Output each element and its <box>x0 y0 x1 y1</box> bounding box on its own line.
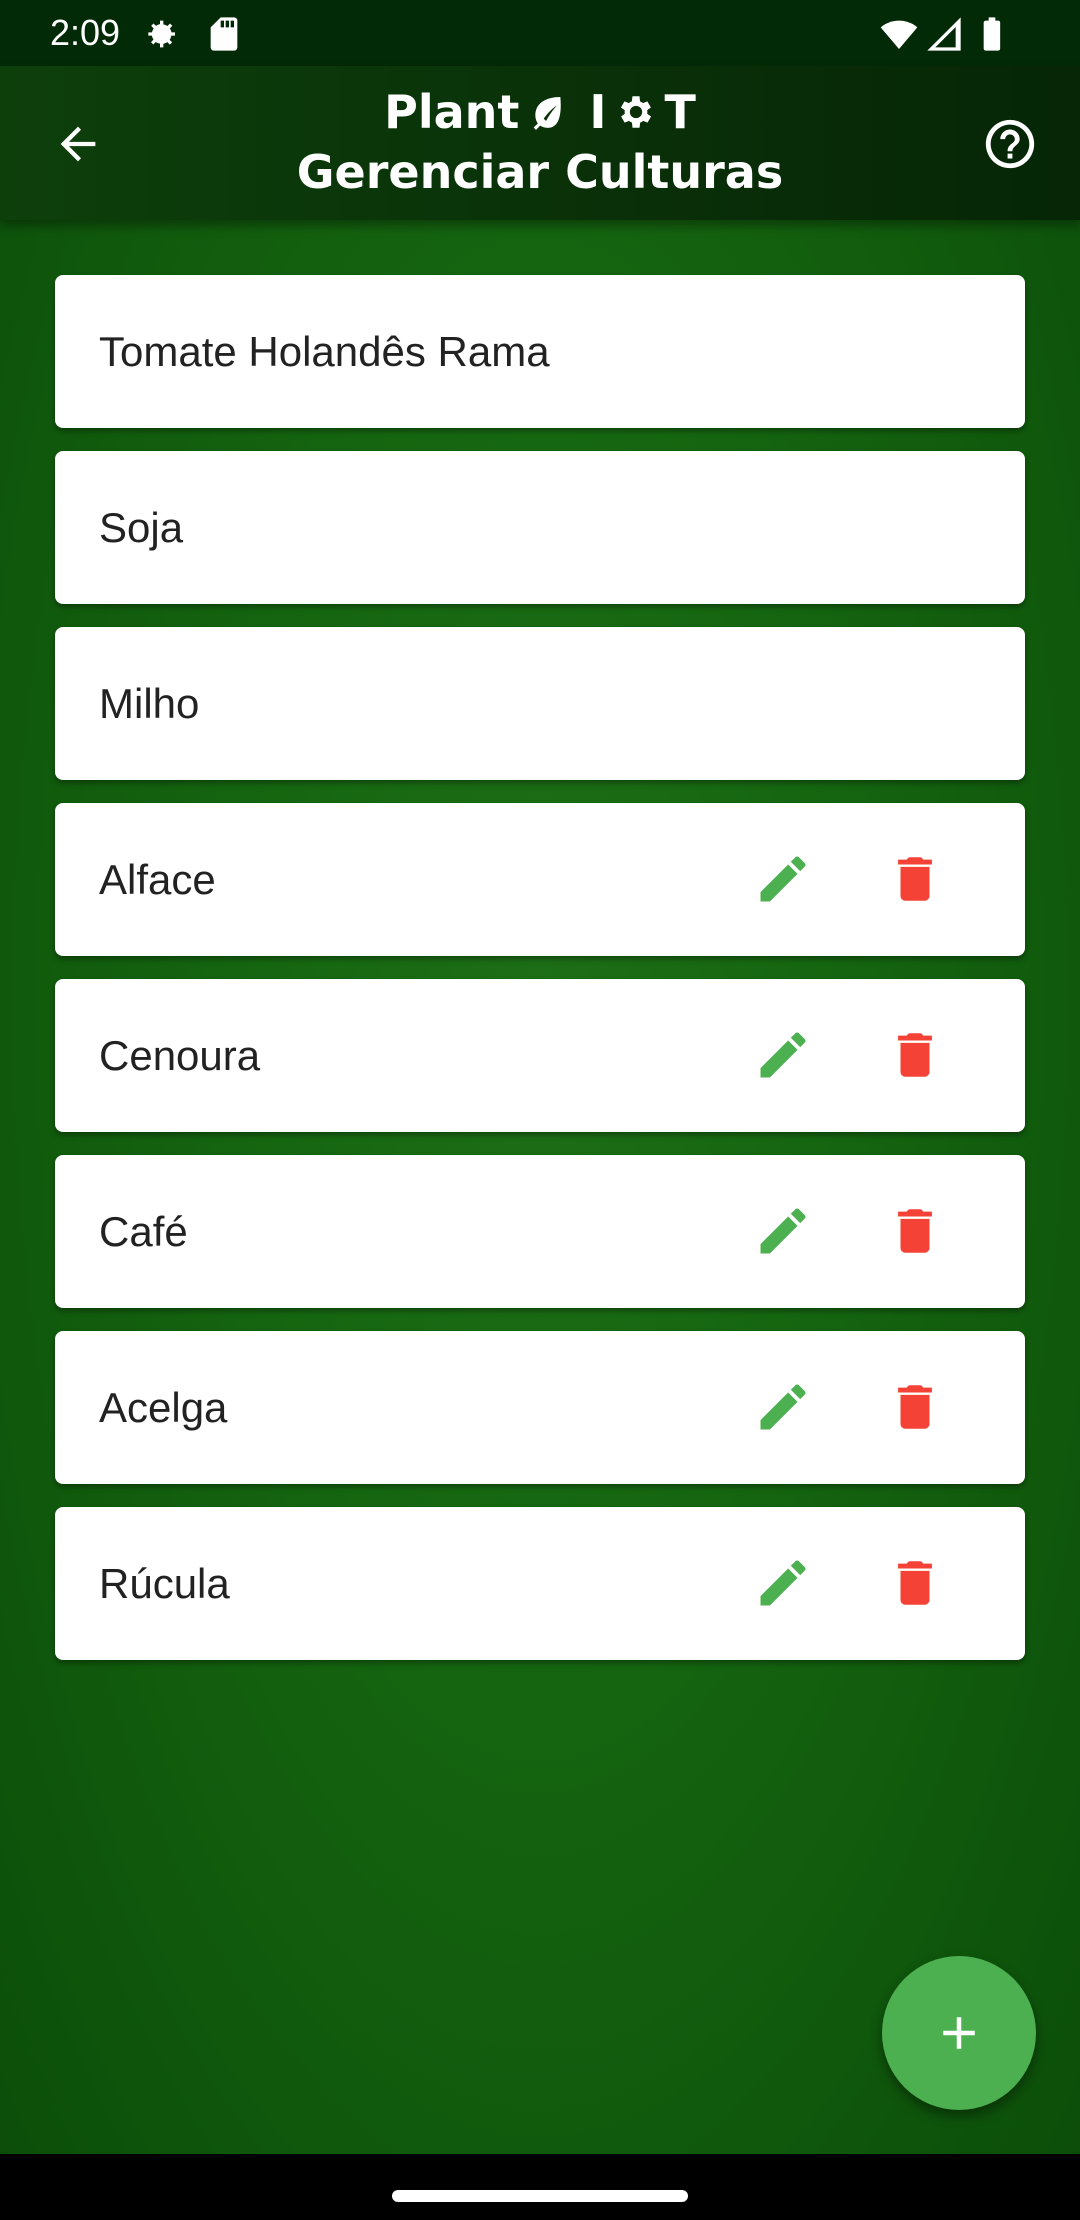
navigation-bar <box>0 2154 1080 2220</box>
crop-list-item[interactable]: Tomate Holandês Rama <box>55 275 1025 428</box>
edit-crop-button[interactable] <box>745 1545 821 1621</box>
edit-crop-button[interactable] <box>745 1017 821 1093</box>
plus-icon <box>943 2017 975 2049</box>
title-subtitle: Gerenciar Culturas <box>296 145 784 199</box>
crop-name: Café <box>99 1207 188 1255</box>
arrow-left-icon <box>60 126 96 162</box>
crop-list-item[interactable]: Milho <box>55 627 1025 780</box>
app-bar: Plant I T Gerenciar Culturas <box>0 66 1080 220</box>
back-button[interactable] <box>40 106 116 182</box>
delete-crop-button[interactable] <box>877 1017 953 1093</box>
edit-crop-button[interactable] <box>745 1193 821 1269</box>
page-title: Plant I T Gerenciar Culturas <box>200 82 880 202</box>
delete-crop-button[interactable] <box>877 1545 953 1621</box>
trash-icon <box>898 857 932 901</box>
title-i: I <box>589 85 607 139</box>
trash-icon <box>898 1561 932 1605</box>
wifi-icon <box>878 14 918 54</box>
gear-icon <box>620 96 651 128</box>
crop-list-item[interactable]: Acelga <box>55 1331 1025 1484</box>
sd-card-icon <box>204 14 244 54</box>
screen: 2:09 Plant I T Gerenciar Culturas Tomate… <box>0 0 1080 2220</box>
edit-crop-button[interactable] <box>745 1369 821 1445</box>
delete-crop-button[interactable] <box>877 1369 953 1445</box>
battery-icon <box>972 14 1012 54</box>
app-logo-title: Plant I T <box>200 82 880 142</box>
title-plant: Plant <box>384 85 520 139</box>
crop-name: Rúcula <box>99 1559 230 1607</box>
signal-icon <box>924 14 964 54</box>
status-time: 2:09 <box>50 12 121 53</box>
pencil-icon <box>760 1208 806 1254</box>
pencil-icon <box>760 1384 806 1430</box>
trash-icon <box>898 1033 932 1077</box>
crop-list-item[interactable]: Cenoura <box>55 979 1025 1132</box>
home-indicator[interactable] <box>392 2190 688 2202</box>
trash-icon <box>898 1385 932 1429</box>
crop-list-item[interactable]: Alface <box>55 803 1025 956</box>
settings-gear-icon <box>140 14 180 54</box>
pencil-icon <box>760 1032 806 1078</box>
add-crop-button[interactable] <box>882 1956 1036 2110</box>
delete-crop-button[interactable] <box>877 841 953 917</box>
pencil-icon <box>760 1560 806 1606</box>
status-bar: 2:09 <box>0 0 1080 66</box>
crop-name: Soja <box>99 503 184 551</box>
pencil-icon <box>760 856 806 902</box>
crop-name: Alface <box>99 855 216 903</box>
help-circle-icon <box>985 119 1035 169</box>
crop-name: Acelga <box>99 1383 228 1431</box>
crop-list-item[interactable]: Rúcula <box>55 1507 1025 1660</box>
help-button[interactable] <box>970 104 1050 184</box>
crop-list-item[interactable]: Soja <box>55 451 1025 604</box>
title-t: T <box>664 85 696 139</box>
crop-list: Tomate Holandês Rama Soja Milho Alface Cenou… <box>55 275 1025 1683</box>
delete-crop-button[interactable] <box>877 1193 953 1269</box>
crop-list-item[interactable]: Café <box>55 1155 1025 1308</box>
edit-crop-button[interactable] <box>745 841 821 917</box>
crop-name: Tomate Holandês Rama <box>99 327 550 375</box>
crop-name: Cenoura <box>99 1031 261 1079</box>
leaf-icon <box>534 97 562 130</box>
trash-icon <box>898 1209 932 1253</box>
crop-name: Milho <box>99 679 200 727</box>
